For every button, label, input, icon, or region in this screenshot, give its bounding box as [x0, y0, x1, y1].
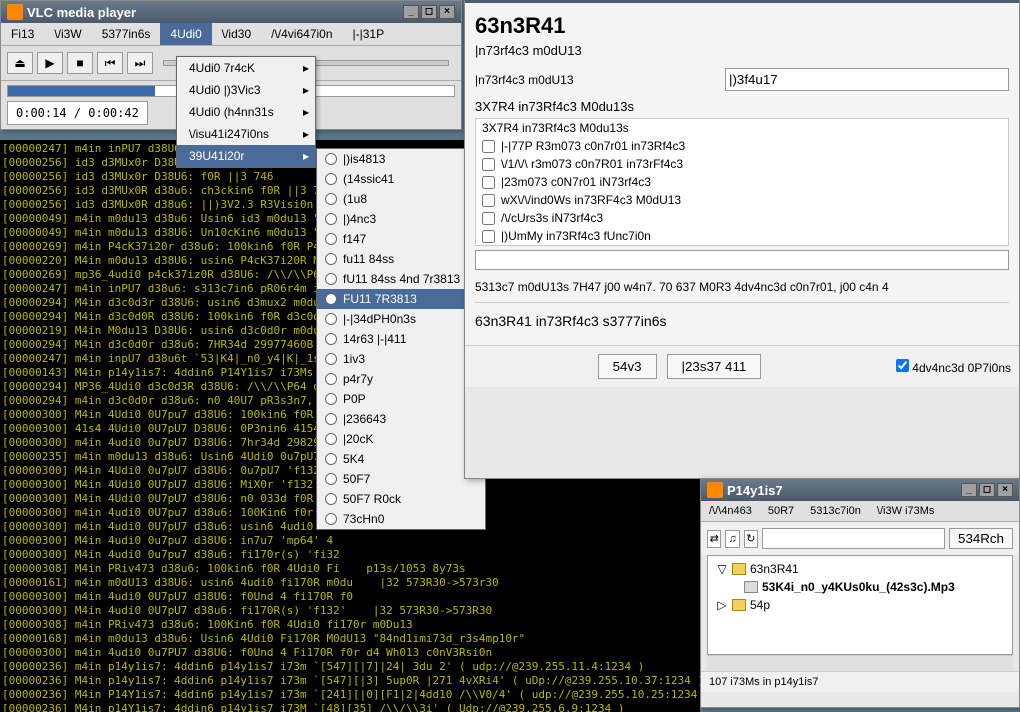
menu-item[interactable]: 4Udi0 |)3Vic3▸: [177, 79, 315, 101]
repeat-icon[interactable]: ♫: [725, 530, 739, 548]
maximize-button[interactable]: ◻: [979, 483, 995, 497]
shuffle-icon[interactable]: ⇄: [707, 530, 721, 548]
menu-4Udi0[interactable]: 4Udi0: [160, 23, 211, 45]
playlist-tree[interactable]: ▽63n3R4153K4i_n0_y4KUs0ku_(42s3c).Mp3▷54…: [707, 555, 1013, 655]
playlist-tab[interactable]: 5313c7i0n: [802, 501, 869, 521]
playlist-status: 107 i73Ms in p14y1is7: [701, 671, 1019, 692]
general-interface-settings: 63n3R41 in73Rf4c3 s3777in6s: [475, 313, 1009, 329]
menu-/\/4vi647i0n[interactable]: /\/4vi647i0n: [261, 23, 342, 45]
playlist-item[interactable]: 53K4i_n0_y4KUs0ku_(42s3c).Mp3: [712, 578, 1008, 596]
eq-preset[interactable]: f147: [317, 229, 485, 249]
menu-\/id30[interactable]: \/id30: [212, 23, 261, 45]
module-checkbox[interactable]: |)UmMy in73Rf4c3 fUnc7i0n: [476, 227, 1008, 245]
prefs-heading: 63n3R41: [475, 13, 1009, 39]
eq-preset[interactable]: |)4nc3: [317, 209, 485, 229]
eq-preset[interactable]: 5K4: [317, 449, 485, 469]
eq-preset[interactable]: P0P: [317, 389, 485, 409]
eq-preset[interactable]: 73cHn0: [317, 509, 485, 529]
playlist-tab[interactable]: \/i3W i73Ms: [869, 501, 942, 521]
close-button[interactable]: ×: [997, 483, 1013, 497]
menu-item[interactable]: 39U41i20r▸: [177, 145, 315, 167]
playlist-tab[interactable]: 50R7: [760, 501, 802, 521]
vlc-icon: [707, 482, 723, 498]
prefs-subheading: |n73rf4c3 m0dU13: [475, 43, 1009, 58]
playlist-titlebar[interactable]: P14y1is7 _ ◻ ×: [701, 479, 1019, 501]
menu-item[interactable]: \/isu41i247i0ns▸: [177, 123, 315, 145]
eq-preset[interactable]: |20cK: [317, 429, 485, 449]
eq-preset[interactable]: 50F7 R0ck: [317, 489, 485, 509]
maximize-button[interactable]: ◻: [421, 5, 437, 19]
preferences-window: (sRc/inPU7/inPU7_c7???) 63n3R41 |n73rf4c…: [464, 0, 1020, 479]
interface-module-input[interactable]: [725, 68, 1009, 91]
menu-item[interactable]: 4Udi0 7r4cK▸: [177, 57, 315, 79]
vlc-title: VLC media player: [27, 5, 136, 20]
eq-preset[interactable]: p4r7y: [317, 369, 485, 389]
menu-\/i3W[interactable]: \/i3W: [44, 23, 91, 45]
playlist-folder[interactable]: ▷54p: [712, 596, 1008, 614]
eq-preset[interactable]: fu11 84ss: [317, 249, 485, 269]
prefs-hint: 5313c7 m0dU13s 7H47 j00 w4n7. 70 637 M0R…: [475, 280, 1009, 294]
audio-menu: 4Udi0 7r4cK▸4Udi0 |)3Vic3▸4Udi0 (h4nn31s…: [176, 56, 316, 168]
menu-5377in6s[interactable]: 5377in6s: [92, 23, 161, 45]
eq-preset[interactable]: |)is4813: [317, 149, 485, 169]
stop-button[interactable]: ■: [67, 52, 93, 74]
playlist-menubar: /\/\4n46350R75313c7i0n\/i3W i73Ms: [701, 501, 1019, 522]
extra-modules-list: 3X7R4 in73Rf4c3 M0du13s |-|77P R3m073 c0…: [475, 118, 1009, 246]
eq-preset[interactable]: |-|34dPH0n3s: [317, 309, 485, 329]
menu-|-|31P[interactable]: |-|31P: [343, 23, 395, 45]
close-button[interactable]: ×: [439, 5, 455, 19]
loop-icon[interactable]: ↻: [744, 530, 758, 548]
prev-button[interactable]: ⏮: [97, 52, 123, 74]
extra-modules-title: 3X7R4 in73Rf4c3 M0du13s: [475, 99, 1009, 114]
vlc-titlebar[interactable]: VLC media player _ ◻ ×: [1, 1, 461, 23]
minimize-button[interactable]: _: [961, 483, 977, 497]
eq-preset[interactable]: |236643: [317, 409, 485, 429]
vlc-icon: [7, 4, 23, 20]
reset-all-button[interactable]: |23s37 411: [667, 354, 762, 379]
eq-preset[interactable]: (1u8: [317, 189, 485, 209]
equalizer-menu: |)is4813(14ssic41(1u8|)4nc3f147fu11 84ss…: [316, 148, 486, 530]
eq-preset[interactable]: 1iv3: [317, 349, 485, 369]
eq-preset[interactable]: 14r63 |-|411: [317, 329, 485, 349]
search-input[interactable]: [762, 528, 945, 549]
module-checkbox[interactable]: \/1/\/\ r3m073 c0n7R01 in73rFf4c3: [476, 155, 1008, 173]
playlist-hscroll[interactable]: [707, 655, 1013, 671]
playlist-tab[interactable]: /\/\4n463: [701, 501, 760, 521]
advanced-options-check[interactable]: 4dv4nc3d 0P7i0ns: [896, 359, 1011, 375]
interface-module-label: |n73rf4c3 m0dU13: [475, 73, 715, 87]
play-button[interactable]: ▶: [37, 52, 63, 74]
playlist-toolbar: ⇄ ♫ ↻ 534Rch: [701, 522, 1019, 555]
extra-modules-input[interactable]: [475, 250, 1009, 270]
menu-item[interactable]: 4Udi0 (h4nn31s▸: [177, 101, 315, 123]
eject-button[interactable]: ⏏: [7, 52, 33, 74]
eq-preset[interactable]: (14ssic41: [317, 169, 485, 189]
module-checkbox[interactable]: |-|77P R3m073 c0n7r01 in73Rf4c3: [476, 137, 1008, 155]
save-button[interactable]: 54v3: [598, 354, 657, 379]
prefs-footer: 54v3 |23s37 411 4dv4nc3d 0P7i0ns: [465, 345, 1019, 387]
extra-modules-sub: 3X7R4 in73Rf4c3 M0du13s: [476, 119, 1008, 137]
eq-preset[interactable]: 50F7: [317, 469, 485, 489]
minimize-button[interactable]: _: [403, 5, 419, 19]
eq-preset[interactable]: FU11 7R3813: [317, 289, 485, 309]
next-button[interactable]: ⏭: [127, 52, 153, 74]
time-display: 0:00:14 / 0:00:42: [7, 101, 148, 125]
playlist-folder[interactable]: ▽63n3R41: [712, 560, 1008, 578]
menu-Fi13[interactable]: Fi13: [1, 23, 44, 45]
playlist-title: P14y1is7: [727, 483, 783, 498]
search-button[interactable]: 534Rch: [949, 528, 1013, 549]
module-checkbox[interactable]: wX\/\/ind0Ws in73RF4c3 M0dU13: [476, 191, 1008, 209]
eq-preset[interactable]: fU11 84ss 4nd 7r3813: [317, 269, 485, 289]
vlc-menubar: Fi13\/i3W5377in6s4Udi0\/id30/\/4vi647i0n…: [1, 23, 461, 46]
playlist-window: P14y1is7 _ ◻ × /\/\4n46350R75313c7i0n\/i…: [700, 478, 1020, 708]
module-checkbox[interactable]: |23m073 c0N7r01 iN73rf4c3: [476, 173, 1008, 191]
module-checkbox[interactable]: /\/cUrs3s iN73rf4c3: [476, 209, 1008, 227]
